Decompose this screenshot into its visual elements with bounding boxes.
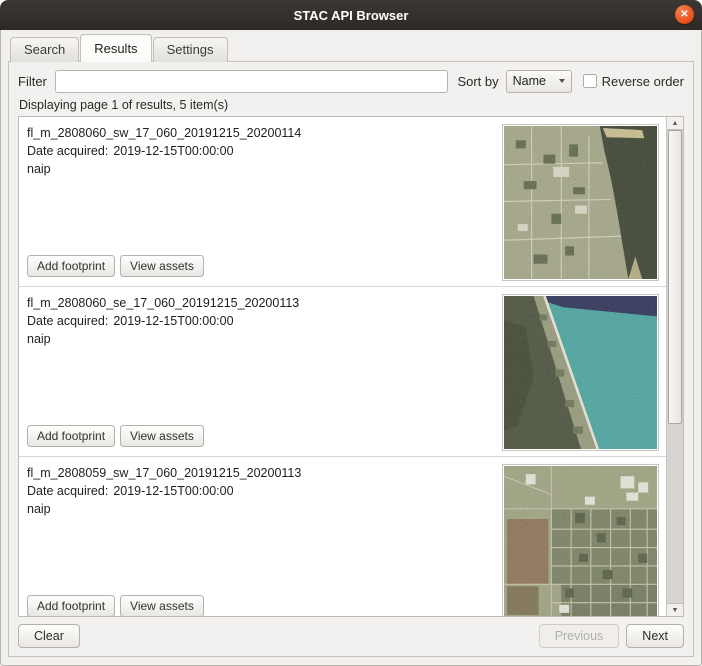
item-date-label: Date acquired: bbox=[27, 144, 108, 158]
result-item[interactable]: fl_m_2808060_se_17_060_20191215_20200113… bbox=[19, 287, 666, 457]
results-list: fl_m_2808060_sw_17_060_20191215_20200114… bbox=[18, 116, 684, 617]
close-icon: ✕ bbox=[680, 9, 688, 20]
result-item[interactable]: fl_m_2808060_sw_17_060_20191215_20200114… bbox=[19, 117, 666, 287]
tab-results[interactable]: Results bbox=[80, 34, 151, 62]
tab-settings[interactable]: Settings bbox=[153, 37, 228, 62]
add-footprint-button[interactable]: Add footprint bbox=[27, 595, 115, 616]
reverse-order-label: Reverse order bbox=[602, 74, 684, 89]
close-button[interactable]: ✕ bbox=[675, 5, 694, 24]
view-assets-button[interactable]: View assets bbox=[120, 425, 204, 447]
scrollbar-trough[interactable] bbox=[667, 424, 683, 603]
item-collection: naip bbox=[27, 160, 502, 178]
tab-search[interactable]: Search bbox=[10, 37, 79, 62]
sort-by-select[interactable]: Name bbox=[506, 70, 572, 93]
add-footprint-button[interactable]: Add footprint bbox=[27, 425, 115, 447]
previous-button[interactable]: Previous bbox=[539, 624, 620, 648]
add-footprint-button[interactable]: Add footprint bbox=[27, 255, 115, 277]
status-text: Displaying page 1 of results, 5 item(s) bbox=[19, 98, 684, 112]
item-title: fl_m_2808060_sw_17_060_20191215_20200114 bbox=[27, 124, 502, 142]
item-date: Date acquired: 2019-12-15T00:00:00 bbox=[27, 482, 502, 500]
titlebar[interactable]: STAC API Browser ✕ bbox=[0, 0, 702, 30]
item-collection: naip bbox=[27, 330, 502, 348]
results-list-items: fl_m_2808060_sw_17_060_20191215_20200114… bbox=[19, 117, 666, 616]
filter-label: Filter bbox=[18, 74, 47, 89]
reverse-order-checkbox[interactable] bbox=[583, 74, 597, 88]
item-title: fl_m_2808059_sw_17_060_20191215_20200113 bbox=[27, 464, 502, 482]
sort-by-selected-value: Name bbox=[513, 74, 546, 88]
window-title: STAC API Browser bbox=[294, 8, 409, 23]
aerial-thumbnail-coastline bbox=[504, 296, 657, 449]
item-date-label: Date acquired: bbox=[27, 484, 108, 498]
item-date-value: 2019-12-15T00:00:00 bbox=[113, 484, 233, 498]
filter-input[interactable] bbox=[55, 70, 449, 93]
item-date: Date acquired: 2019-12-15T00:00:00 bbox=[27, 312, 502, 330]
item-date: Date acquired: 2019-12-15T00:00:00 bbox=[27, 142, 502, 160]
stac-api-browser-window: STAC API Browser ✕ Search Results Settin… bbox=[0, 0, 702, 666]
item-collection: naip bbox=[27, 500, 502, 518]
aerial-thumbnail-lagoon bbox=[504, 126, 657, 279]
results-pane: Filter Sort by Name Reverse order Displa… bbox=[8, 61, 694, 657]
scroll-up-icon[interactable]: ▲ bbox=[667, 117, 683, 130]
tab-bar: Search Results Settings bbox=[10, 35, 702, 61]
item-thumbnail bbox=[502, 464, 659, 616]
aerial-thumbnail-suburb bbox=[504, 466, 657, 616]
next-button[interactable]: Next bbox=[626, 624, 684, 648]
item-thumbnail bbox=[502, 124, 659, 281]
clear-button[interactable]: Clear bbox=[18, 624, 80, 648]
item-date-label: Date acquired: bbox=[27, 314, 108, 328]
item-title: fl_m_2808060_se_17_060_20191215_20200113 bbox=[27, 294, 502, 312]
filter-row: Filter Sort by Name Reverse order bbox=[18, 69, 684, 93]
result-item[interactable]: fl_m_2808059_sw_17_060_20191215_20200113… bbox=[19, 457, 666, 616]
item-date-value: 2019-12-15T00:00:00 bbox=[113, 144, 233, 158]
scrollbar[interactable]: ▲ ▼ bbox=[666, 117, 683, 616]
scrollbar-handle[interactable] bbox=[668, 130, 682, 424]
scroll-down-icon[interactable]: ▼ bbox=[667, 603, 683, 616]
footer-bar: Clear Previous Next bbox=[18, 617, 684, 648]
item-thumbnail bbox=[502, 294, 659, 451]
view-assets-button[interactable]: View assets bbox=[120, 595, 204, 616]
item-date-value: 2019-12-15T00:00:00 bbox=[113, 314, 233, 328]
sort-by-label: Sort by bbox=[457, 74, 498, 89]
view-assets-button[interactable]: View assets bbox=[120, 255, 204, 277]
chevron-down-icon bbox=[559, 79, 565, 83]
